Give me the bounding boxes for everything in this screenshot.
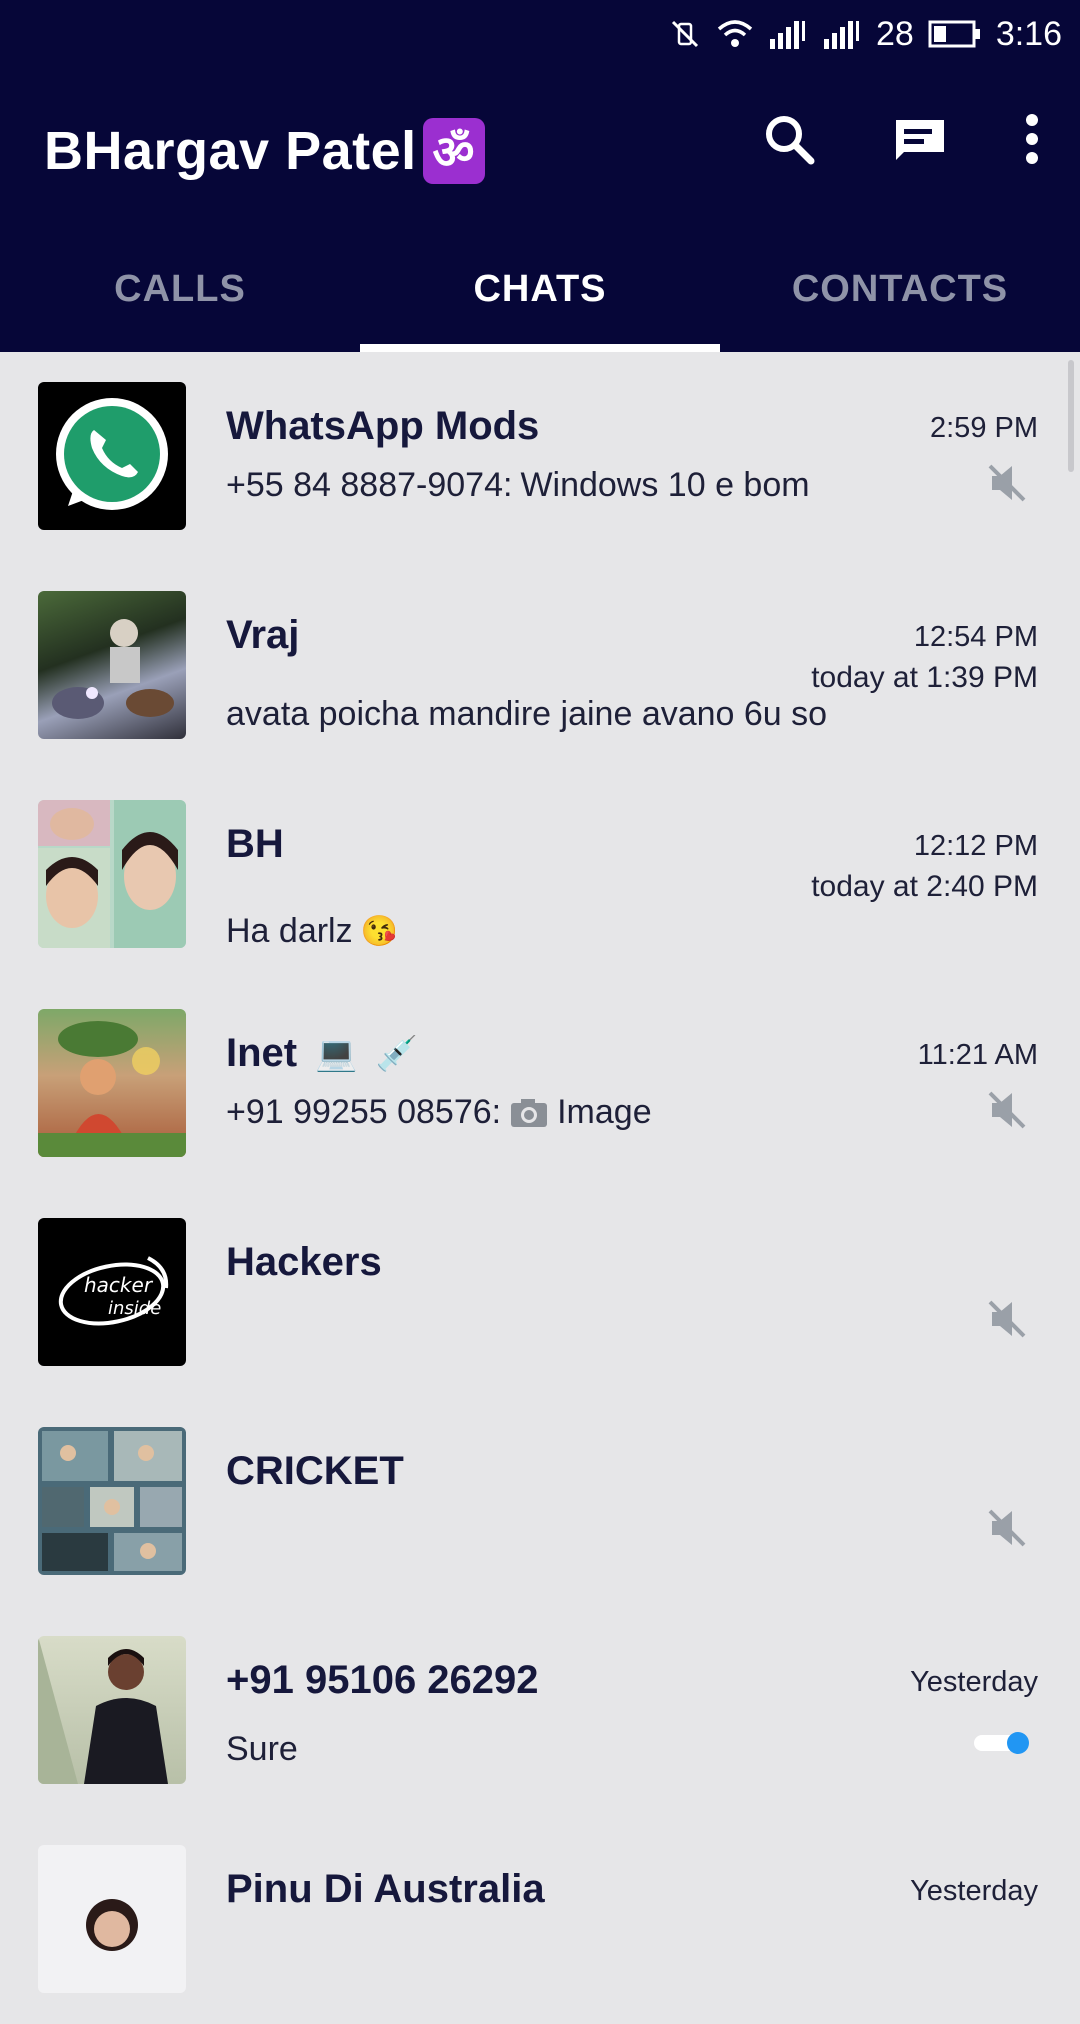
sender-label: +55 84 8887-9074: bbox=[226, 466, 513, 504]
om-emoji-icon: ॐ bbox=[422, 118, 485, 184]
mute-icon bbox=[988, 1509, 1026, 1547]
chat-row[interactable]: Inet 💻 💉 +91 99255 08576: Image 11:21 AM bbox=[0, 979, 1080, 1188]
photo-man-icon bbox=[38, 1636, 168, 1784]
wifi-icon bbox=[717, 20, 753, 47]
chat-time: 11:21 AM bbox=[917, 1039, 1038, 1071]
chat-name: WhatsApp Mods bbox=[226, 404, 540, 448]
chat-name: BH bbox=[226, 822, 284, 866]
mute-icon bbox=[988, 1300, 1026, 1338]
profile-name: BHargav Patel bbox=[44, 121, 417, 181]
tab-bar: CALLS CHATS CONTACTS bbox=[0, 250, 1080, 352]
app-title: BHargav Patel ॐ bbox=[44, 118, 485, 184]
avatar[interactable]: hacker inside bbox=[38, 1218, 186, 1366]
chat-row[interactable]: Vraj 12:54 PM today at 1:39 PM avata poi… bbox=[0, 561, 1080, 770]
status-time: 3:16 bbox=[995, 14, 1062, 53]
chat-time: Yesterday bbox=[910, 1666, 1038, 1698]
hacker-inside-logo-icon: hacker inside bbox=[58, 1256, 169, 1326]
photo-bike-icon bbox=[52, 619, 174, 719]
chat-row[interactable]: CRICKET bbox=[0, 1397, 1080, 1606]
new-chat-icon[interactable] bbox=[890, 114, 950, 164]
chat-name: Vraj bbox=[226, 613, 300, 657]
photo-girls-icon bbox=[38, 800, 186, 948]
chat-preview: +91 99255 08576: Image bbox=[226, 1093, 652, 1132]
chat-preview: Ha darlz 😘 bbox=[226, 912, 398, 951]
tab-contacts[interactable]: CONTACTS bbox=[720, 250, 1080, 352]
chat-time: 12:54 PM bbox=[913, 621, 1038, 653]
avatar[interactable] bbox=[38, 591, 186, 739]
camera-icon bbox=[511, 1098, 548, 1127]
chat-list: WhatsApp Mods +55 84 8887-9074: Windows … bbox=[0, 352, 1080, 2024]
chat-preview: +55 84 8887-9074: Windows 10 e bom bbox=[226, 466, 810, 505]
laptop-emoji-icon: 💻 bbox=[315, 1034, 358, 1073]
photo-god-icon bbox=[38, 1021, 186, 1157]
chat-row[interactable]: WhatsApp Mods +55 84 8887-9074: Windows … bbox=[0, 352, 1080, 561]
chat-name: +91 95106 26292 bbox=[226, 1658, 539, 1702]
svg-text:inside: inside bbox=[108, 1298, 161, 1319]
chat-name: Inet 💻 💉 bbox=[226, 1031, 418, 1076]
avatar[interactable] bbox=[38, 800, 186, 948]
chat-preview: Sure bbox=[226, 1730, 298, 1769]
signal-text: 28 bbox=[875, 14, 914, 53]
whatsapp-logo-icon bbox=[56, 398, 168, 510]
tab-calls[interactable]: CALLS bbox=[0, 250, 360, 352]
avatar[interactable] bbox=[38, 1636, 186, 1784]
photo-group-icon bbox=[42, 1431, 182, 1571]
app-actions bbox=[762, 112, 1040, 166]
signal-icon-2 bbox=[823, 21, 859, 49]
chat-row[interactable]: +91 95106 26292 Yesterday Sure bbox=[0, 1606, 1080, 1815]
svg-text:hacker: hacker bbox=[84, 1273, 154, 1297]
sender-label: +91 99255 08576: bbox=[226, 1093, 502, 1131]
chat-row[interactable]: hacker inside Hackers bbox=[0, 1188, 1080, 1397]
chat-name-text: Inet bbox=[226, 1031, 298, 1075]
battery-icon bbox=[928, 20, 980, 48]
tab-chats[interactable]: CHATS bbox=[360, 250, 720, 352]
mute-icon bbox=[988, 464, 1026, 502]
chat-time: 2:59 PM bbox=[930, 412, 1038, 444]
more-options-icon[interactable] bbox=[1024, 113, 1040, 165]
toggle-switch[interactable] bbox=[972, 1728, 1034, 1758]
mute-icon bbox=[988, 1091, 1026, 1129]
signal-icon-1 bbox=[769, 21, 805, 49]
chat-time: 12:12 PM bbox=[913, 830, 1038, 862]
last-seen: today at 2:40 PM bbox=[811, 870, 1038, 903]
message-text: Ha darlz bbox=[226, 912, 353, 950]
avatar[interactable] bbox=[38, 1009, 186, 1157]
kiss-emoji-icon: 😘 bbox=[360, 915, 398, 948]
message-text: Sure bbox=[226, 1730, 298, 1768]
vibrate-off-icon bbox=[671, 20, 699, 48]
message-text: avata poicha mandire jaine avano 6u so bbox=[226, 695, 828, 733]
last-seen: today at 1:39 PM bbox=[811, 661, 1038, 694]
app-header: 28 3:16 BHargav Patel ॐ CALLS CHATS CONT… bbox=[0, 0, 1080, 352]
chat-time: Yesterday bbox=[910, 1875, 1038, 1907]
avatar[interactable] bbox=[38, 382, 186, 530]
photo-woman-icon bbox=[86, 1899, 138, 1951]
search-icon[interactable] bbox=[762, 112, 816, 166]
message-text: Windows 10 e bom bbox=[520, 466, 810, 504]
syringe-emoji-icon: 💉 bbox=[375, 1034, 418, 1073]
chat-name: Hackers bbox=[226, 1240, 382, 1284]
chat-preview: avata poicha mandire jaine avano 6u so bbox=[226, 695, 827, 734]
status-bar: 28 3:16 bbox=[668, 12, 1062, 56]
message-text: Image bbox=[557, 1093, 652, 1131]
chat-row[interactable]: BH 12:12 PM today at 2:40 PM Ha darlz 😘 bbox=[0, 770, 1080, 979]
chat-name: Pinu Di Australia bbox=[226, 1867, 545, 1911]
avatar[interactable] bbox=[38, 1427, 186, 1575]
avatar[interactable] bbox=[38, 1845, 186, 1993]
chat-name: CRICKET bbox=[226, 1449, 404, 1493]
